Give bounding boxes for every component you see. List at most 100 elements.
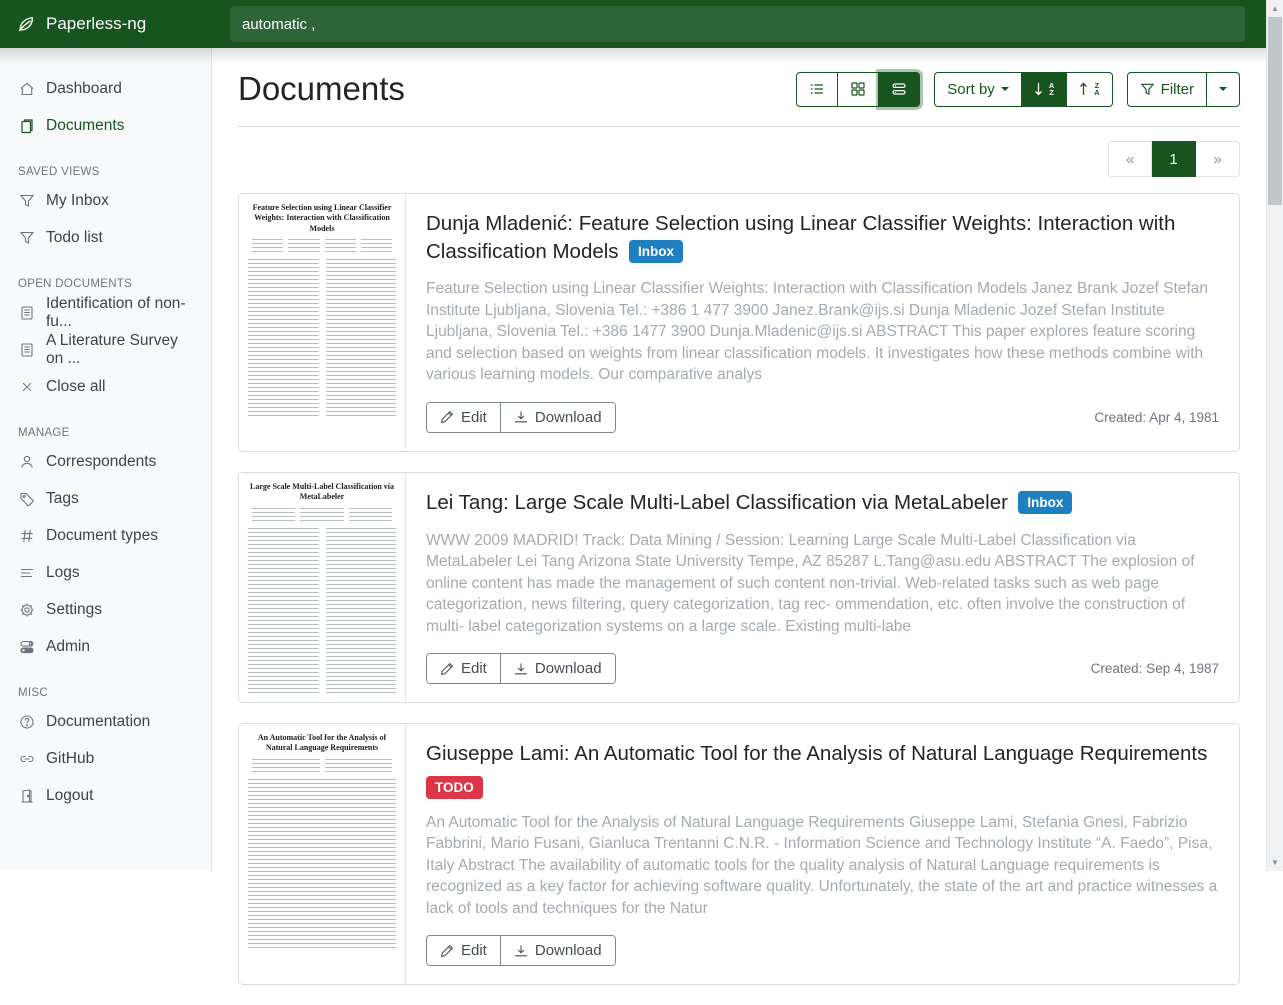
sidebar-item-label: Close all	[46, 378, 105, 396]
sort-letters-az: AZ	[1049, 82, 1054, 96]
thumbnail-authors	[252, 759, 392, 773]
document-snippet: WWW 2009 MADRID! Track: Data Mining / Se…	[426, 530, 1219, 638]
document-title-link[interactable]: Giuseppe Lami: An Automatic Tool for the…	[426, 742, 1207, 765]
main-content: Documents	[212, 48, 1266, 1005]
sidebar-item-correspondents[interactable]: Correspondents	[0, 443, 211, 480]
view-details-button[interactable]	[879, 72, 920, 107]
sidebar-item-label: Tags	[46, 490, 79, 508]
sidebar-item-document-types[interactable]: Document types	[0, 517, 211, 554]
sidebar-item-open-doc-1[interactable]: Identification of non-fu...	[0, 294, 211, 331]
sidebar-item-label: Settings	[46, 601, 102, 619]
document-thumbnail[interactable]: An Automatic Tool for the Analysis of Na…	[239, 724, 406, 984]
sidebar-item-documentation[interactable]: Documentation	[0, 703, 211, 740]
chevron-down-icon	[1219, 87, 1227, 91]
tag-badge-todo[interactable]: TODO	[426, 776, 483, 799]
sidebar-item-settings[interactable]: Settings	[0, 591, 211, 628]
vertical-scrollbar[interactable]: ▲ ▼	[1266, 0, 1283, 871]
pagination: « 1 »	[1108, 141, 1240, 177]
thumbnail-title: An Automatic Tool for the Analysis of Na…	[248, 733, 396, 754]
sort-alpha-down-icon	[1034, 82, 1043, 96]
sidebar-item-label: Admin	[46, 638, 90, 656]
sort-by-dropdown[interactable]: Sort by	[934, 72, 1022, 107]
pagination-prev-button[interactable]: «	[1108, 141, 1152, 177]
download-button[interactable]: Download	[500, 654, 615, 683]
sidebar-item-documents[interactable]: Documents	[0, 107, 211, 144]
sidebar-item-label: Correspondents	[46, 453, 156, 471]
edit-button[interactable]: Edit	[427, 654, 500, 683]
sidebar-item-close-all[interactable]: Close all	[0, 368, 211, 405]
brand[interactable]: Paperless-ng	[0, 14, 212, 34]
tag-badge-inbox[interactable]: Inbox	[1018, 491, 1072, 514]
pagination-next-button[interactable]: »	[1196, 141, 1240, 177]
brand-name: Paperless-ng	[46, 14, 146, 34]
thumbnail-authors	[252, 239, 392, 253]
filter-dropdown-button[interactable]	[1207, 72, 1240, 107]
app-header: Paperless-ng	[0, 0, 1266, 48]
sidebar-item-my-inbox[interactable]: My Inbox	[0, 182, 211, 219]
created-date: Created: Apr 4, 1981	[1094, 410, 1219, 425]
document-thumbnail[interactable]: Feature Selection using Linear Classifie…	[239, 194, 406, 451]
thumbnail-authors	[252, 508, 392, 522]
sidebar-item-logout[interactable]: Logout	[0, 777, 211, 814]
scroll-down-icon[interactable]: ▼	[1267, 858, 1283, 867]
card-action-group: Edit Download	[426, 402, 616, 433]
edit-button[interactable]: Edit	[427, 403, 500, 432]
title-divider	[238, 126, 1240, 127]
sidebar-item-admin[interactable]: Admin	[0, 628, 211, 665]
filter-button[interactable]: Filter	[1127, 72, 1207, 107]
sidebar-item-label: Dashboard	[46, 80, 122, 98]
view-list-button[interactable]	[796, 72, 838, 107]
document-title-link[interactable]: Lei Tang: Large Scale Multi-Label Classi…	[426, 491, 1008, 514]
sort-by-label: Sort by	[947, 81, 995, 98]
sidebar-item-label: Documents	[46, 117, 124, 135]
sidebar-item-label: Logout	[46, 787, 93, 805]
sort-descending-button[interactable]: ZA	[1067, 72, 1112, 107]
sort-ascending-button[interactable]: AZ	[1022, 72, 1067, 107]
sidebar-item-github[interactable]: GitHub	[0, 740, 211, 777]
sidebar-section-open-documents: OPEN DOCUMENTS	[0, 270, 211, 294]
search-input[interactable]	[230, 6, 1245, 42]
sidebar-item-label: Todo list	[46, 229, 103, 247]
documents-toolbar: Sort by AZ ZA	[796, 72, 1240, 107]
pencil-icon	[440, 662, 454, 676]
door-icon	[18, 787, 35, 804]
download-label: Download	[535, 409, 602, 426]
document-card: An Automatic Tool for the Analysis of Na…	[238, 723, 1240, 985]
sidebar-section-manage: MANAGE	[0, 419, 211, 443]
text-lines-icon	[18, 564, 35, 581]
funnel-icon	[18, 229, 35, 246]
view-grid-button[interactable]	[838, 72, 879, 107]
tag-badge-inbox[interactable]: Inbox	[629, 240, 683, 263]
pencil-icon	[440, 944, 454, 958]
document-snippet: Feature Selection using Linear Classifie…	[426, 278, 1219, 386]
x-icon	[18, 378, 35, 395]
document-title-link[interactable]: Dunja Mladenić: Feature Selection using …	[426, 212, 1175, 263]
download-icon	[514, 662, 528, 676]
sidebar-item-label: My Inbox	[46, 192, 109, 210]
sidebar-item-open-doc-2[interactable]: A Literature Survey on ...	[0, 331, 211, 368]
pencil-icon	[440, 410, 454, 424]
sidebar-section-misc: MISC	[0, 679, 211, 703]
scrollbar-thumb[interactable]	[1268, 17, 1282, 205]
sidebar-item-tags[interactable]: Tags	[0, 480, 211, 517]
document-card: Large Scale Multi-Label Classification v…	[238, 472, 1240, 703]
toggles-icon	[18, 638, 35, 655]
download-button[interactable]: Download	[500, 936, 615, 965]
document-thumbnail[interactable]: Large Scale Multi-Label Classification v…	[239, 473, 406, 702]
download-label: Download	[535, 942, 602, 959]
filter-label: Filter	[1161, 81, 1194, 98]
edit-button[interactable]: Edit	[427, 936, 500, 965]
scroll-up-icon[interactable]: ▲	[1267, 4, 1283, 13]
thumbnail-title: Feature Selection using Linear Classifie…	[248, 203, 396, 234]
document-snippet: An Automatic Tool for the Analysis of Na…	[426, 812, 1219, 920]
pagination-page-1-button[interactable]: 1	[1152, 141, 1196, 177]
leaf-logo-icon	[16, 14, 36, 34]
sidebar-item-todo-list[interactable]: Todo list	[0, 219, 211, 256]
edit-label: Edit	[461, 660, 487, 677]
thumbnail-text-columns	[248, 259, 396, 419]
view-toggle-group	[796, 72, 920, 107]
download-button[interactable]: Download	[500, 403, 615, 432]
sidebar-item-logs[interactable]: Logs	[0, 554, 211, 591]
hash-icon	[18, 527, 35, 544]
sidebar-item-dashboard[interactable]: Dashboard	[0, 70, 211, 107]
